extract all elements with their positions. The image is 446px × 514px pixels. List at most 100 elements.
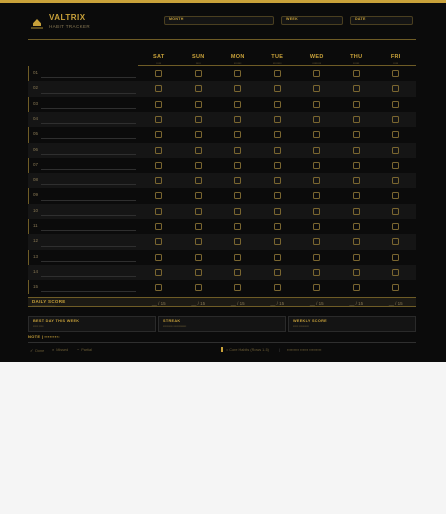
habit-checkbox[interactable]	[273, 268, 281, 276]
habit-checkbox[interactable]	[155, 131, 163, 139]
habit-checkbox[interactable]	[392, 284, 400, 292]
habit-checkbox[interactable]	[352, 284, 360, 292]
habit-checkbox[interactable]	[352, 85, 360, 93]
habit-checkbox[interactable]	[392, 268, 400, 276]
habit-checkbox[interactable]	[155, 70, 163, 77]
habit-checkbox[interactable]	[392, 238, 400, 246]
habit-checkbox[interactable]	[273, 284, 281, 292]
habit-checkbox[interactable]	[392, 223, 400, 230]
habit-checkbox[interactable]	[392, 100, 400, 108]
habit-checkbox[interactable]	[313, 85, 321, 93]
habit-checkbox[interactable]	[194, 223, 202, 230]
habit-checkbox[interactable]	[155, 238, 163, 246]
habit-checkbox[interactable]	[313, 284, 321, 292]
habit-checkbox[interactable]	[194, 85, 202, 93]
habit-checkbox[interactable]	[234, 146, 242, 154]
note-line[interactable]	[28, 342, 416, 343]
habit-checkbox[interactable]	[234, 253, 242, 261]
habit-checkbox[interactable]	[155, 146, 163, 154]
habit-checkbox[interactable]	[194, 161, 202, 169]
habit-checkbox[interactable]	[352, 115, 360, 123]
habit-name-line[interactable]	[41, 138, 136, 140]
weekly-score-card[interactable]: WEEKLY SCORE ▪▪▪▪▪ ▪▪▪▪▪▪▪▪▪	[288, 316, 416, 332]
habit-checkbox[interactable]	[155, 115, 163, 123]
habit-checkbox[interactable]	[234, 223, 242, 230]
habit-checkbox[interactable]	[234, 192, 242, 200]
date-field[interactable]: DATE	[350, 16, 413, 25]
habit-checkbox[interactable]	[313, 207, 321, 215]
habit-checkbox[interactable]	[155, 177, 163, 185]
habit-checkbox[interactable]	[194, 146, 202, 154]
habit-checkbox[interactable]	[273, 238, 281, 246]
habit-checkbox[interactable]	[273, 131, 281, 139]
habit-checkbox[interactable]	[392, 131, 400, 139]
habit-checkbox[interactable]	[273, 223, 281, 230]
habit-checkbox[interactable]	[273, 161, 281, 169]
habit-checkbox[interactable]	[194, 177, 202, 185]
habit-checkbox[interactable]	[155, 268, 163, 276]
habit-checkbox[interactable]	[155, 192, 163, 200]
habit-checkbox[interactable]	[194, 192, 202, 200]
habit-checkbox[interactable]	[194, 115, 202, 123]
habit-checkbox[interactable]	[194, 268, 202, 276]
habit-checkbox[interactable]	[273, 177, 281, 185]
habit-checkbox[interactable]	[352, 253, 360, 261]
habit-checkbox[interactable]	[273, 146, 281, 154]
habit-checkbox[interactable]	[273, 100, 281, 108]
habit-checkbox[interactable]	[273, 207, 281, 215]
habit-checkbox[interactable]	[194, 284, 202, 292]
habit-checkbox[interactable]	[352, 100, 360, 108]
habit-checkbox[interactable]	[392, 253, 400, 261]
habit-name-line[interactable]	[41, 153, 136, 155]
habit-name-line[interactable]	[41, 92, 136, 94]
habit-checkbox[interactable]	[313, 253, 321, 261]
habit-checkbox[interactable]	[194, 70, 202, 77]
habit-checkbox[interactable]	[234, 115, 242, 123]
streak-card[interactable]: STREAK ▪▪▪▪▪▪▪▪▪ ▪▪▪▪▪▪▪▪▪▪▪▪	[158, 316, 286, 332]
habit-checkbox[interactable]	[234, 284, 242, 292]
habit-checkbox[interactable]	[313, 192, 321, 200]
habit-checkbox[interactable]	[234, 131, 242, 139]
best-day-card[interactable]: BEST DAY THIS WEEK ▪▪▪▪▪ ▪▪▪▪	[28, 316, 156, 332]
habit-name-line[interactable]	[41, 107, 136, 109]
habit-checkbox[interactable]	[155, 100, 163, 108]
habit-name-line[interactable]	[41, 291, 136, 293]
habit-checkbox[interactable]	[234, 268, 242, 276]
month-field[interactable]: MONTH	[164, 16, 274, 25]
habit-checkbox[interactable]	[352, 146, 360, 154]
habit-checkbox[interactable]	[234, 238, 242, 246]
habit-checkbox[interactable]	[352, 192, 360, 200]
habit-name-line[interactable]	[41, 276, 136, 278]
habit-checkbox[interactable]	[273, 115, 281, 123]
habit-checkbox[interactable]	[234, 207, 242, 215]
habit-checkbox[interactable]	[234, 161, 242, 169]
habit-checkbox[interactable]	[194, 100, 202, 108]
habit-name-line[interactable]	[41, 245, 136, 247]
habit-checkbox[interactable]	[155, 161, 163, 169]
habit-checkbox[interactable]	[273, 253, 281, 261]
habit-checkbox[interactable]	[352, 131, 360, 139]
habit-checkbox[interactable]	[392, 161, 400, 169]
habit-checkbox[interactable]	[234, 100, 242, 108]
habit-checkbox[interactable]	[155, 284, 163, 292]
habit-name-line[interactable]	[41, 260, 136, 262]
habit-checkbox[interactable]	[313, 146, 321, 154]
habit-checkbox[interactable]	[155, 223, 163, 230]
habit-name-line[interactable]	[41, 230, 136, 232]
habit-name-line[interactable]	[41, 184, 136, 186]
habit-checkbox[interactable]	[155, 85, 163, 93]
habit-checkbox[interactable]	[273, 192, 281, 200]
habit-checkbox[interactable]	[313, 223, 321, 230]
habit-checkbox[interactable]	[392, 207, 400, 215]
habit-checkbox[interactable]	[273, 85, 281, 93]
habit-name-line[interactable]	[41, 169, 136, 171]
habit-checkbox[interactable]	[352, 238, 360, 246]
habit-checkbox[interactable]	[234, 177, 242, 185]
habit-checkbox[interactable]	[194, 238, 202, 246]
habit-checkbox[interactable]	[352, 70, 360, 77]
habit-checkbox[interactable]	[313, 131, 321, 139]
habit-checkbox[interactable]	[392, 70, 400, 77]
habit-checkbox[interactable]	[234, 85, 242, 93]
habit-checkbox[interactable]	[313, 161, 321, 169]
habit-checkbox[interactable]	[392, 146, 400, 154]
